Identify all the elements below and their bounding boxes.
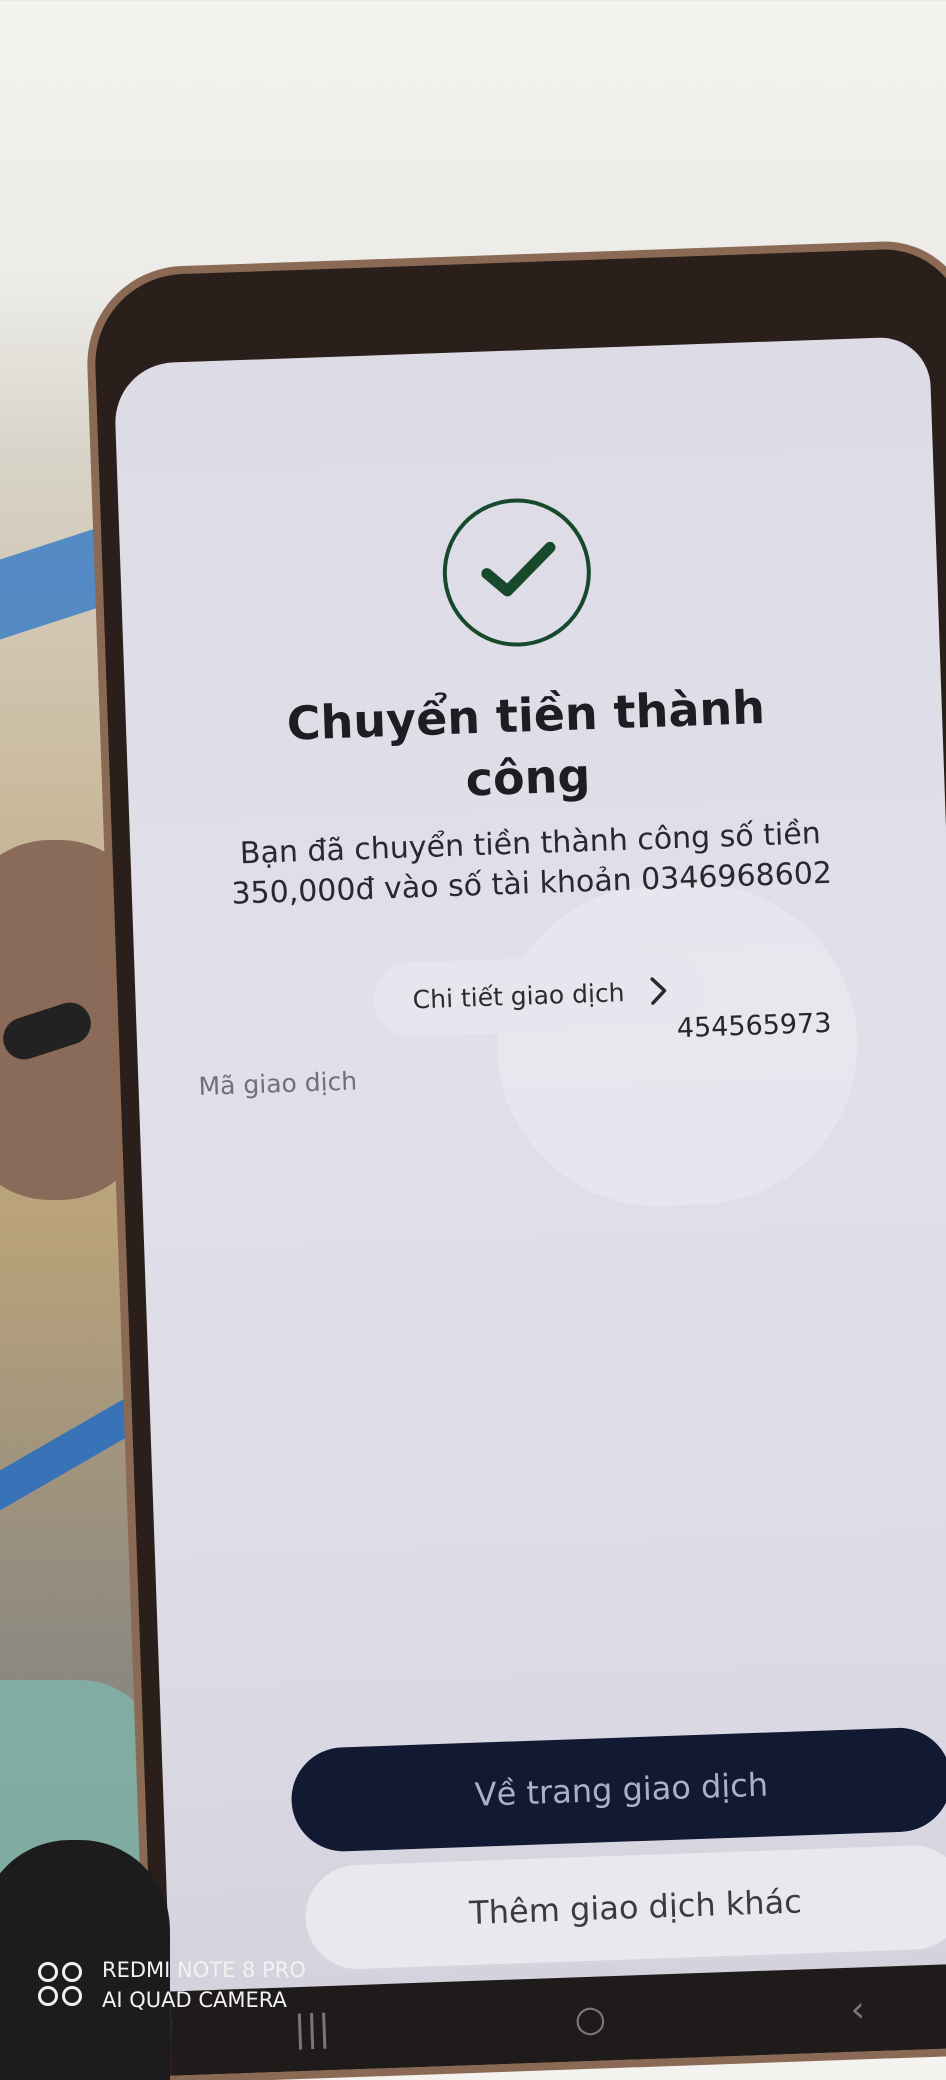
phone-screen: Chuyển tiền thành công Bạn đã chuyển tiề… — [113, 336, 946, 2036]
background-blue-stripe — [0, 1389, 140, 1511]
transaction-detail-label: Chi tiết giao dịch — [412, 977, 625, 1014]
add-transaction-button[interactable]: Thêm giao dịch khác — [303, 1843, 946, 1971]
watermark-model: REDMI NOTE 8 PRO — [102, 1958, 306, 1982]
checkmark-icon — [481, 541, 556, 597]
transaction-code-label: Mã giao dịch — [198, 1066, 358, 1101]
camera-watermark: REDMI NOTE 8 PRO AI QUAD CAMERA — [36, 1955, 306, 2015]
home-icon[interactable]: ○ — [574, 1998, 607, 2040]
screen-glare — [491, 879, 863, 1212]
success-title: Chuyển tiền thành công — [285, 679, 766, 807]
check-circle-icon — [440, 496, 594, 650]
camera-logo-icon — [36, 1960, 86, 2010]
chevron-right-icon — [650, 977, 667, 1005]
watermark-camera: AI QUAD CAMERA — [102, 1988, 287, 2012]
phone-device: Chuyển tiền thành công Bạn đã chuyển tiề… — [92, 246, 946, 2077]
back-icon[interactable]: ‹ — [850, 1989, 866, 2030]
back-to-transactions-button[interactable]: Về trang giao dịch — [289, 1726, 946, 1854]
transaction-detail-button[interactable]: Chi tiết giao dịch — [372, 952, 709, 1038]
transaction-code-value: 454565973 — [676, 1007, 832, 1045]
